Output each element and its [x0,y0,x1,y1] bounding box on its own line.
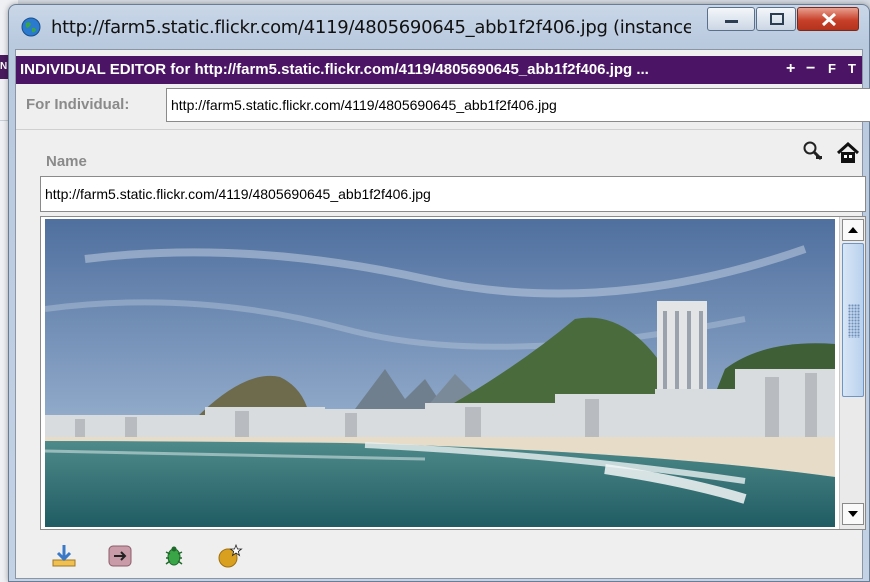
scrollbar-grip [848,304,860,338]
scroll-up-button[interactable] [842,219,864,241]
search-icon[interactable] [802,140,824,162]
maximize-button[interactable] [756,7,796,31]
minimize-icon [725,20,738,23]
vertical-scrollbar[interactable] [839,217,865,529]
editor-client-area: INDIVIDUAL EDITOR for http://farm5.stati… [15,49,870,579]
bug-icon[interactable] [160,542,188,570]
beach-city-photo [45,219,835,527]
editor-header-title: INDIVIDUAL EDITOR for http://farm5.stati… [20,61,649,78]
for-individual-label: For Individual: [26,96,130,113]
arrow-right-icon[interactable] [106,542,134,570]
globe-icon [21,17,41,37]
new-object-icon[interactable] [216,542,244,570]
window-title: http://farm5.static.flickr.com/4119/4805… [51,17,691,38]
arrow-down-icon [848,511,858,517]
scrollbar-thumb[interactable] [842,243,864,397]
bottom-toolbar [16,536,862,578]
scroll-down-button[interactable] [842,503,864,525]
add-button[interactable]: + [786,59,795,79]
minimize-button[interactable] [707,7,755,31]
name-field[interactable]: http://farm5.static.flickr.com/4119/4805… [40,176,866,212]
editor-window: http://farm5.static.flickr.com/4119/4805… [8,4,870,582]
download-icon[interactable] [50,542,78,570]
editor-header: INDIVIDUAL EDITOR for http://farm5.stati… [16,56,862,84]
window-titlebar[interactable]: http://farm5.static.flickr.com/4119/4805… [9,5,869,49]
close-button[interactable] [797,7,859,31]
image-viewer[interactable] [40,216,866,530]
remove-button[interactable]: − [806,59,815,79]
t-button[interactable]: T [848,59,856,79]
f-button[interactable]: F [828,59,836,79]
for-individual-field[interactable]: http://farm5.static.flickr.com/4119/4805… [166,88,870,122]
home-icon[interactable] [836,142,860,164]
name-label: Name [46,153,87,170]
arrow-up-icon [848,227,858,233]
close-icon [821,12,837,27]
maximize-icon [770,13,784,25]
section-divider [16,129,862,130]
